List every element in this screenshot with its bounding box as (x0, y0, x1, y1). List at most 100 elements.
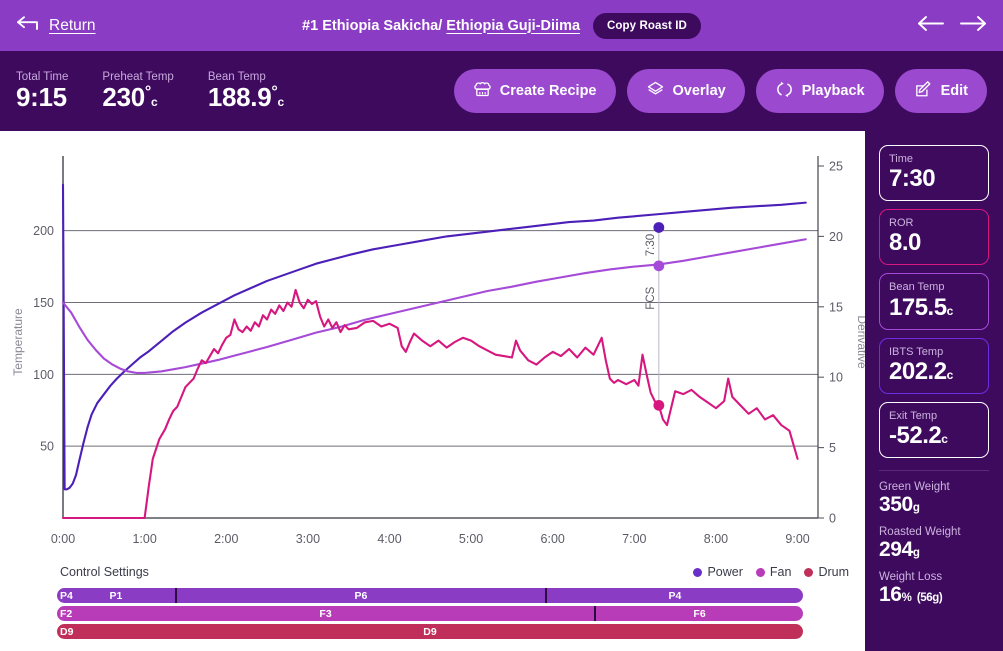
x-axis-tick-label: 4:00 (377, 532, 401, 546)
control-bar-segment[interactable]: F3 (57, 606, 595, 621)
y2-axis-tick-label: 10 (829, 371, 843, 385)
page-title: #1 Ethiopia Sakicha/ Ethiopia Guji-Diima (302, 18, 580, 34)
data-point-marker[interactable] (653, 222, 665, 233)
roast-curve-chart[interactable]: 501001502000:00 1:00 2:00 3:00 4:00 5:00 6:00 7… (0, 131, 865, 571)
weight-roasted-weight: Roasted Weight 294g (879, 526, 989, 562)
playback-button[interactable]: Playback (755, 69, 884, 113)
metric-label: Time (889, 153, 914, 165)
legend-dot-icon (693, 567, 703, 577)
control-bar-start-label: P4 (60, 589, 73, 602)
y-axis-tick-label: 100 (33, 368, 54, 382)
x-axis-tick-label: 0:00 (51, 532, 75, 546)
metrics-sidebar: Time 7:30 ROR 8.0 Bean Temp 175.5c IBTS Temp 20… (865, 131, 1003, 651)
stat-unit: c (277, 94, 285, 109)
stat-number: 230 (102, 81, 145, 112)
weight-value: 16% (56g) (879, 582, 943, 606)
metric-card-exit-temp: Exit Temp -52.2c (879, 401, 989, 458)
control-bar-segment[interactable]: P6 (174, 588, 545, 603)
metric-card-time: Time 7:30 (879, 145, 989, 202)
weight-label: Weight Loss (879, 570, 943, 583)
roast-bean-link[interactable]: Ethiopia Guji-Diima (446, 18, 580, 34)
button-label: Overlay (672, 83, 726, 99)
control-bar-drum[interactable]: D9 D9 (57, 624, 803, 639)
chef-hat-icon (473, 80, 492, 103)
legend-dot-icon (804, 567, 814, 577)
control-bar-power[interactable]: P1 P6 P4 P4 (57, 588, 803, 603)
prev-roast-arrow-left-icon[interactable] (917, 15, 945, 37)
control-bar-start-label: F2 (60, 607, 73, 620)
stat-value: 188.9°c (207, 81, 285, 112)
roast-name: #1 Ethiopia Sakicha/ (302, 17, 447, 34)
next-roast-arrow-right-icon[interactable] (959, 15, 987, 37)
legend-item: Power (693, 565, 743, 579)
overlay-button[interactable]: Overlay (626, 69, 745, 113)
action-buttons: Create Recipe Overlay Playback Edit (453, 69, 987, 113)
main-body: 50 100 150 200 0:00 1:00 2:00 3:00 4:00 5:00 6:00 7… (0, 131, 1003, 651)
stat-number: 9:15 (16, 81, 67, 112)
button-label: Edit (940, 83, 968, 99)
metric-card-ibts-temp: IBTS Temp 202.2c (879, 337, 989, 394)
edit-button[interactable]: Edit (894, 69, 987, 113)
y2-axis-tick-label: 0 (829, 512, 836, 526)
annotation-label-time: 7:30 (645, 234, 657, 256)
metric-value: 175.5c (889, 293, 953, 321)
legend-dot-icon (755, 567, 765, 577)
chart-background (0, 131, 865, 571)
control-bar-segment[interactable]: F6 (594, 606, 803, 621)
top-bar: Return #1 Ethiopia Sakicha/ Ethiopia Guj… (0, 0, 1003, 51)
x-axis-tick-label: 5:00 (459, 532, 483, 546)
button-label: Create Recipe (499, 83, 597, 99)
chart-legend: Power Fan Drum (693, 565, 849, 579)
metric-card-ror: ROR 8.0 (879, 209, 989, 266)
chart-pane: 50 100 150 200 0:00 1:00 2:00 3:00 4:00 5:00 6:00 7… (0, 131, 865, 651)
nav-arrows (917, 15, 987, 37)
data-point-marker[interactable] (653, 260, 665, 272)
annotation-label-fcs: FCS (645, 286, 657, 309)
control-settings-title: Control Settings (60, 565, 149, 579)
x-axis-tick-label: 9:00 (785, 532, 809, 546)
metric-label: IBTS Temp (889, 345, 944, 358)
control-bar-start-label: D9 (60, 625, 74, 638)
stat-bean-temp: Bean Temp 188.9°c (208, 71, 284, 111)
legend-label: Fan (769, 565, 792, 579)
return-button[interactable]: Return (16, 15, 96, 36)
return-label: Return (49, 16, 96, 34)
metric-cards: Time 7:30 ROR 8.0 Bean Temp 175.5c IBTS Temp 20… (879, 145, 989, 466)
weight-value: 350g (879, 492, 920, 516)
stat-bar: Total Time 9:15 Preheat Temp 230°c Bean … (0, 51, 1003, 131)
stat-number: 188.9 (207, 81, 272, 112)
data-point-marker[interactable] (653, 399, 665, 411)
refresh-loop-icon (775, 80, 794, 103)
control-bar-segment[interactable]: P1 (57, 588, 175, 603)
x-axis-tick-label: 8:00 (704, 532, 728, 546)
control-bar-segment[interactable]: P4 (544, 588, 803, 603)
weight-weight-loss: Weight Loss 16% (56g) (879, 571, 989, 607)
legend-label: Drum (818, 565, 849, 579)
arrow-left-icon (16, 15, 40, 36)
stat-total-time: Total Time 9:15 (16, 71, 68, 111)
roast-title-group: #1 Ethiopia Sakicha/ Ethiopia Guji-Diima… (0, 0, 1003, 51)
stat-unit: c (151, 94, 158, 109)
metric-value: 8.0 (889, 229, 921, 257)
stat-preheat-temp: Preheat Temp 230°c (102, 71, 173, 111)
metric-value: -52.2c (889, 421, 948, 449)
control-bar-segment[interactable]: D9 (57, 624, 803, 639)
x-axis-tick-label: 1:00 (132, 532, 156, 546)
weight-metrics: Green Weight 350g Roasted Weight 294g Weight… (879, 481, 989, 616)
control-settings-bars: P1 P6 P4 P4 F3 F6 F2 D9 D9 (57, 588, 803, 642)
control-bar-fan[interactable]: F3 F6 F2 (57, 606, 803, 621)
stat-value: 230°c (102, 81, 173, 112)
y2-axis-tick-label: 5 (829, 441, 836, 455)
legend-label: Power (707, 565, 743, 579)
sidebar-divider (879, 469, 989, 471)
copy-roast-id-button[interactable]: Copy Roast ID (593, 12, 701, 39)
y2-axis-tick-label: 25 (829, 160, 843, 174)
metric-value: 7:30 (889, 165, 936, 193)
metric-label: Exit Temp (889, 409, 938, 422)
weight-value: 294g (879, 537, 920, 561)
roast-profile-app: Return #1 Ethiopia Sakicha/ Ethiopia Guj… (0, 0, 1003, 651)
legend-item: Fan (755, 565, 792, 579)
x-axis-tick-label: 7:00 (622, 532, 646, 546)
create-recipe-button[interactable]: Create Recipe (453, 69, 616, 113)
x-axis-tick-label: 6:00 (541, 532, 565, 546)
